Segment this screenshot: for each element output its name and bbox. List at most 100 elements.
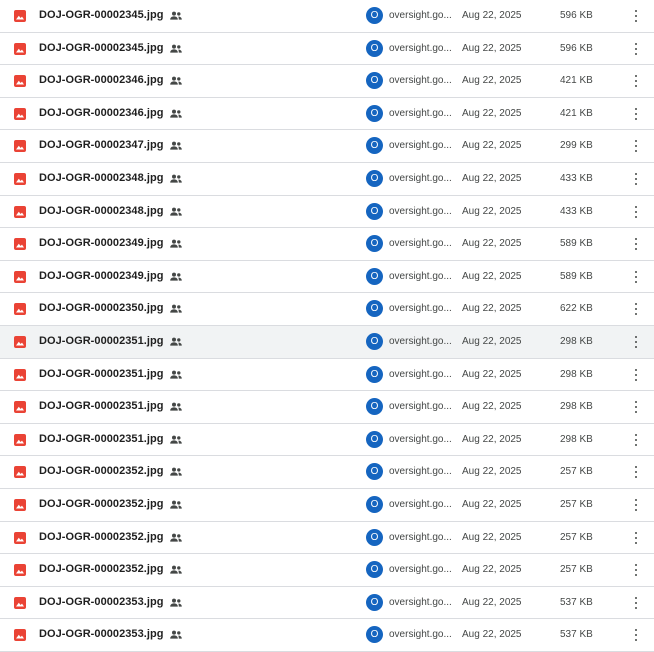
more-vert-icon[interactable] <box>628 398 644 416</box>
modified-date: Aug 22, 2025 <box>462 564 522 576</box>
owner-name: oversight.go... <box>389 531 452 543</box>
file-row[interactable]: DOJ-OGR-00002348.jpg Ooversight.go... Aug … <box>0 162 654 196</box>
file-row[interactable]: DOJ-OGR-00002348.jpg Ooversight.go... Aug … <box>0 195 654 229</box>
image-file-icon <box>14 75 26 88</box>
more-vert-icon[interactable] <box>628 561 644 579</box>
file-name[interactable]: DOJ-OGR-00002351.jpg <box>39 400 164 412</box>
file-row[interactable]: DOJ-OGR-00002351.jpg Ooversight.go... Aug … <box>0 358 654 392</box>
file-row[interactable]: DOJ-OGR-00002347.jpg Ooversight.go... Aug … <box>0 130 654 163</box>
file-name[interactable]: DOJ-OGR-00002351.jpg <box>39 433 164 445</box>
file-name[interactable]: DOJ-OGR-00002352.jpg <box>39 498 164 510</box>
file-name[interactable]: DOJ-OGR-00002352.jpg <box>39 531 164 543</box>
more-vert-icon[interactable] <box>628 300 644 318</box>
more-vert-icon[interactable] <box>628 594 644 612</box>
shared-people-icon <box>169 563 183 575</box>
more-vert-icon[interactable] <box>628 496 644 514</box>
shared-people-icon <box>169 205 183 217</box>
file-name[interactable]: DOJ-OGR-00002346.jpg <box>39 74 164 86</box>
shared-people-icon <box>169 9 183 21</box>
more-vert-icon[interactable] <box>628 7 644 25</box>
file-size: 298 KB <box>560 335 593 347</box>
more-vert-icon[interactable] <box>628 170 644 188</box>
image-file-icon <box>14 498 26 511</box>
modified-date: Aug 22, 2025 <box>462 172 522 184</box>
more-vert-dot <box>635 172 637 175</box>
owner-avatar: O <box>366 398 383 416</box>
modified-date: Aug 22, 2025 <box>462 368 522 380</box>
file-size: 298 KB <box>560 368 593 380</box>
more-vert-icon[interactable] <box>628 626 644 644</box>
file-row[interactable]: DOJ-OGR-00002353.jpg Ooversight.go... Aug … <box>0 586 654 620</box>
shared-people-icon <box>169 368 183 380</box>
file-row[interactable]: DOJ-OGR-00002346.jpg Ooversight.go... Aug … <box>0 97 654 131</box>
owner-name: oversight.go... <box>389 270 452 282</box>
more-vert-icon[interactable] <box>628 268 644 286</box>
more-vert-icon[interactable] <box>628 203 644 221</box>
more-vert-icon[interactable] <box>628 431 644 449</box>
more-vert-dot <box>635 308 637 311</box>
file-name[interactable]: DOJ-OGR-00002345.jpg <box>39 42 164 54</box>
file-name[interactable]: DOJ-OGR-00002353.jpg <box>39 628 164 640</box>
file-row[interactable]: DOJ-OGR-00002351.jpg Ooversight.go... Aug … <box>0 325 654 359</box>
more-vert-icon[interactable] <box>628 463 644 481</box>
file-name[interactable]: DOJ-OGR-00002351.jpg <box>39 335 164 347</box>
more-vert-dot <box>635 476 637 479</box>
file-name[interactable]: DOJ-OGR-00002348.jpg <box>39 172 164 184</box>
more-vert-dot <box>635 215 637 218</box>
shared-people-icon <box>169 302 183 314</box>
file-row[interactable]: DOJ-OGR-00002351.jpg Ooversight.go... Aug … <box>0 391 654 424</box>
file-name[interactable]: DOJ-OGR-00002351.jpg <box>39 368 164 380</box>
more-vert-dot <box>635 303 637 306</box>
owner-name: oversight.go... <box>389 433 452 445</box>
file-row[interactable]: DOJ-OGR-00002352.jpg Ooversight.go... Aug … <box>0 488 654 522</box>
more-vert-dot <box>635 606 637 609</box>
owner-name: oversight.go... <box>389 629 452 641</box>
more-vert-dot <box>635 373 637 376</box>
file-name[interactable]: DOJ-OGR-00002353.jpg <box>39 596 164 608</box>
file-name[interactable]: DOJ-OGR-00002349.jpg <box>39 270 164 282</box>
file-name[interactable]: DOJ-OGR-00002349.jpg <box>39 237 164 249</box>
file-name[interactable]: DOJ-OGR-00002352.jpg <box>39 563 164 575</box>
image-file-icon <box>14 401 26 414</box>
file-name[interactable]: DOJ-OGR-00002348.jpg <box>39 205 164 217</box>
more-vert-dot <box>635 75 637 78</box>
file-size: 257 KB <box>560 498 593 510</box>
file-row[interactable]: DOJ-OGR-00002350.jpg Ooversight.go... Aug … <box>0 293 654 326</box>
file-row[interactable]: DOJ-OGR-00002349.jpg Ooversight.go... Aug … <box>0 260 654 294</box>
more-vert-dot <box>635 629 637 632</box>
file-row[interactable]: DOJ-OGR-00002352.jpg Ooversight.go... Aug … <box>0 554 654 587</box>
file-row[interactable]: DOJ-OGR-00002345.jpg Ooversight.go... Aug … <box>0 0 654 33</box>
more-vert-icon[interactable] <box>628 529 644 547</box>
file-name[interactable]: DOJ-OGR-00002346.jpg <box>39 107 164 119</box>
file-row[interactable]: DOJ-OGR-00002345.jpg Ooversight.go... Aug … <box>0 32 654 66</box>
file-row[interactable]: DOJ-OGR-00002353.jpg Ooversight.go... Aug … <box>0 619 654 652</box>
file-name[interactable]: DOJ-OGR-00002347.jpg <box>39 139 164 151</box>
more-vert-icon[interactable] <box>628 235 644 253</box>
owner-avatar: O <box>366 593 383 611</box>
more-vert-icon[interactable] <box>628 366 644 384</box>
file-row[interactable]: DOJ-OGR-00002349.jpg Ooversight.go... Aug … <box>0 228 654 261</box>
file-name[interactable]: DOJ-OGR-00002345.jpg <box>39 9 164 21</box>
more-vert-dot <box>635 280 637 283</box>
more-vert-dot <box>635 531 637 534</box>
file-row[interactable]: DOJ-OGR-00002352.jpg Ooversight.go... Aug … <box>0 456 654 489</box>
more-vert-icon[interactable] <box>628 72 644 90</box>
more-vert-icon[interactable] <box>628 137 644 155</box>
more-vert-dot <box>635 438 637 441</box>
owner-name: oversight.go... <box>389 238 452 250</box>
file-row[interactable]: DOJ-OGR-00002351.jpg Ooversight.go... Aug … <box>0 423 654 457</box>
file-name[interactable]: DOJ-OGR-00002350.jpg <box>39 302 164 314</box>
more-vert-dot <box>635 52 637 55</box>
file-row[interactable]: DOJ-OGR-00002346.jpg Ooversight.go... Aug … <box>0 65 654 98</box>
more-vert-icon[interactable] <box>628 105 644 123</box>
shared-people-icon <box>169 596 183 608</box>
more-vert-icon[interactable] <box>628 333 644 351</box>
more-vert-icon[interactable] <box>628 40 644 58</box>
owner-avatar: O <box>366 104 383 122</box>
file-name[interactable]: DOJ-OGR-00002352.jpg <box>39 465 164 477</box>
shared-people-icon <box>169 42 183 54</box>
more-vert-dot <box>635 634 637 637</box>
file-row[interactable]: DOJ-OGR-00002352.jpg Ooversight.go... Aug … <box>0 521 654 555</box>
more-vert-dot <box>635 508 637 511</box>
owner-avatar: O <box>366 7 383 24</box>
